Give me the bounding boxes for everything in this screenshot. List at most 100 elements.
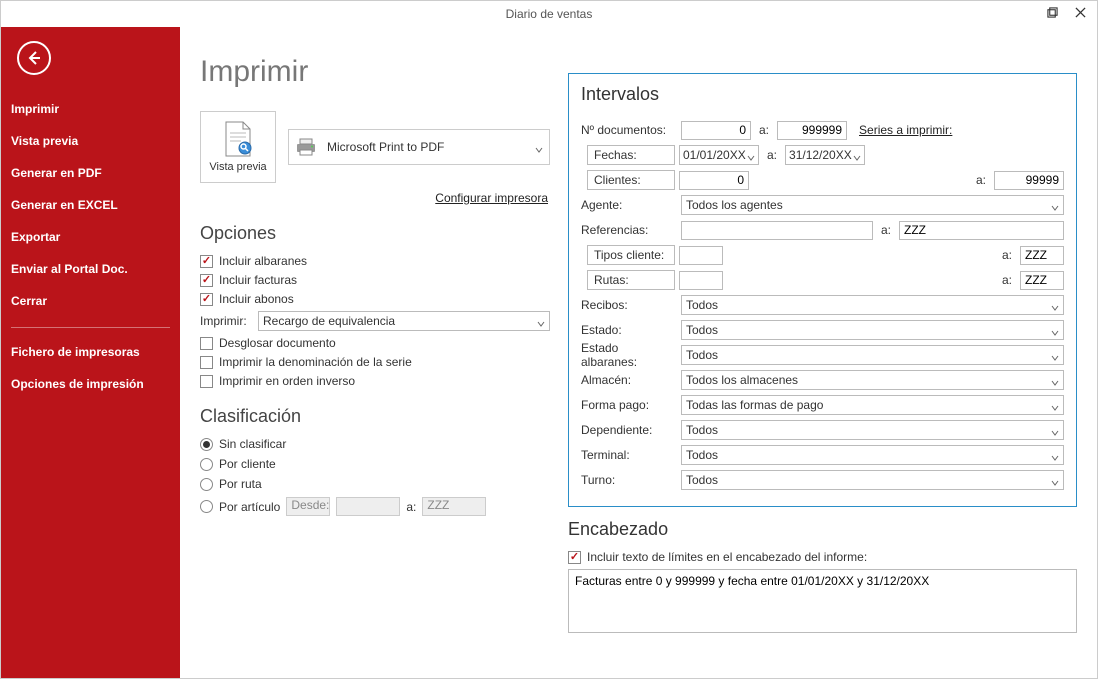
chevron-down-icon	[1051, 326, 1059, 334]
checkbox-denominacion-serie[interactable]	[200, 356, 213, 369]
sidebar-item-cerrar[interactable]: Cerrar	[1, 285, 180, 317]
sidebar-item-fichero-impresoras[interactable]: Fichero de impresoras	[1, 336, 180, 368]
radio-por-cliente[interactable]	[200, 458, 213, 471]
turno-label: Turno:	[581, 473, 677, 487]
recibos-label: Recibos:	[581, 298, 677, 312]
ref-to-input[interactable]	[899, 221, 1064, 240]
estado-albaranes-label: Estado albaranes:	[581, 341, 677, 369]
recibos-select[interactable]: Todos	[681, 295, 1064, 315]
clientes-button[interactable]: Clientes:	[587, 170, 675, 190]
checkbox-orden-inverso[interactable]	[200, 375, 213, 388]
sidebar-item-excel[interactable]: Generar en EXCEL	[1, 189, 180, 221]
estado-albaranes-select[interactable]: Todos	[681, 345, 1064, 365]
page-title: Imprimir	[200, 55, 550, 89]
desde-label: Desde:	[286, 497, 330, 516]
chevron-down-icon	[1051, 301, 1059, 309]
ndoc-from-input[interactable]	[681, 121, 751, 140]
preview-button-label: Vista previa	[209, 161, 266, 173]
printer-icon	[295, 138, 317, 156]
checkbox-incluir-facturas[interactable]	[200, 274, 213, 287]
tipos-from-input[interactable]	[679, 246, 723, 265]
dependiente-select[interactable]: Todos	[681, 420, 1064, 440]
estado-label: Estado:	[581, 323, 677, 337]
classification-heading: Clasificación	[200, 406, 550, 427]
window-restore-button[interactable]	[1039, 1, 1065, 23]
chevron-down-icon	[853, 151, 861, 159]
checkbox-desglosar[interactable]	[200, 337, 213, 350]
estado-select[interactable]: Todos	[681, 320, 1064, 340]
label-sin-clasificar: Sin clasificar	[219, 437, 286, 451]
preview-button[interactable]: Vista previa	[200, 111, 276, 183]
terminal-label: Terminal:	[581, 448, 677, 462]
a-label: a:	[767, 148, 777, 162]
turno-select[interactable]: Todos	[681, 470, 1064, 490]
almacen-label: Almacén:	[581, 373, 677, 387]
forma-pago-select[interactable]: Todas las formas de pago	[681, 395, 1064, 415]
checkbox-incluir-albaranes[interactable]	[200, 255, 213, 268]
a-label: a:	[1002, 248, 1012, 262]
chevron-down-icon	[1051, 351, 1059, 359]
radio-por-articulo[interactable]	[200, 500, 213, 513]
a-label: a:	[406, 500, 416, 514]
chevron-down-icon	[1051, 426, 1059, 434]
desde-input[interactable]	[336, 497, 400, 516]
terminal-select[interactable]: Todos	[681, 445, 1064, 465]
radio-sin-clasificar[interactable]	[200, 438, 213, 451]
label-orden-inverso: Imprimir en orden inverso	[219, 374, 355, 388]
rutas-to-input[interactable]	[1020, 271, 1064, 290]
hasta-input[interactable]: ZZZ	[422, 497, 486, 516]
a-label: a:	[759, 123, 769, 137]
sidebar-item-pdf[interactable]: Generar en PDF	[1, 157, 180, 189]
sidebar-item-imprimir[interactable]: Imprimir	[1, 93, 180, 125]
fechas-button[interactable]: Fechas:	[587, 145, 675, 165]
chevron-down-icon	[1051, 376, 1059, 384]
encabezado-heading: Encabezado	[568, 519, 1077, 540]
intervals-panel: Intervalos Nº documentos: a: Series a im…	[568, 73, 1077, 507]
sidebar-item-portal[interactable]: Enviar al Portal Doc.	[1, 253, 180, 285]
fecha-to-input[interactable]: 31/12/20XX	[785, 145, 865, 165]
label-por-articulo: Por artículo	[219, 500, 280, 514]
checkbox-incluir-texto-limites[interactable]	[568, 551, 581, 564]
intervals-heading: Intervalos	[581, 84, 1064, 105]
fecha-from-input[interactable]: 01/01/20XX	[679, 145, 759, 165]
rutas-from-input[interactable]	[679, 271, 723, 290]
rutas-button[interactable]: Rutas:	[587, 270, 675, 290]
chevron-down-icon	[1051, 201, 1059, 209]
sidebar-separator	[11, 327, 170, 328]
imprimir-select-value: Recargo de equivalencia	[263, 314, 395, 328]
chevron-down-icon	[747, 151, 755, 159]
tipos-to-input[interactable]	[1020, 246, 1064, 265]
sidebar: Imprimir Vista previa Generar en PDF Gen…	[1, 27, 180, 678]
ref-from-input[interactable]	[681, 221, 873, 240]
chevron-down-icon	[1051, 451, 1059, 459]
chevron-down-icon	[1051, 401, 1059, 409]
printer-select[interactable]: Microsoft Print to PDF	[288, 129, 550, 165]
almacen-select[interactable]: Todos los almacenes	[681, 370, 1064, 390]
sidebar-item-opciones-impresion[interactable]: Opciones de impresión	[1, 368, 180, 400]
label-desglosar: Desglosar documento	[219, 336, 336, 350]
label-incluir-albaranes: Incluir albaranes	[219, 254, 307, 268]
checkbox-incluir-abonos[interactable]	[200, 293, 213, 306]
a-label: a:	[1002, 273, 1012, 287]
options-heading: Opciones	[200, 223, 550, 244]
dependiente-label: Dependiente:	[581, 423, 677, 437]
sidebar-item-exportar[interactable]: Exportar	[1, 221, 180, 253]
series-link[interactable]: Series a imprimir:	[859, 123, 952, 137]
cliente-from-input[interactable]	[679, 171, 749, 190]
back-button[interactable]	[17, 41, 51, 75]
radio-por-ruta[interactable]	[200, 478, 213, 491]
encabezado-textarea[interactable]	[568, 569, 1077, 633]
sidebar-item-vista-previa[interactable]: Vista previa	[1, 125, 180, 157]
referencias-label: Referencias:	[581, 223, 677, 237]
cliente-to-input[interactable]	[994, 171, 1064, 190]
configure-printer-link[interactable]: Configurar impresora	[200, 191, 548, 205]
tipos-cliente-button[interactable]: Tipos cliente:	[587, 245, 675, 265]
window-close-button[interactable]	[1067, 1, 1093, 23]
titlebar: Diario de ventas	[1, 1, 1097, 27]
ndoc-to-input[interactable]	[777, 121, 847, 140]
agente-label: Agente:	[581, 198, 677, 212]
imprimir-select[interactable]: Recargo de equivalencia	[258, 311, 550, 331]
agente-select[interactable]: Todos los agentes	[681, 195, 1064, 215]
document-preview-icon	[223, 121, 253, 157]
imprimir-label: Imprimir:	[200, 314, 252, 328]
